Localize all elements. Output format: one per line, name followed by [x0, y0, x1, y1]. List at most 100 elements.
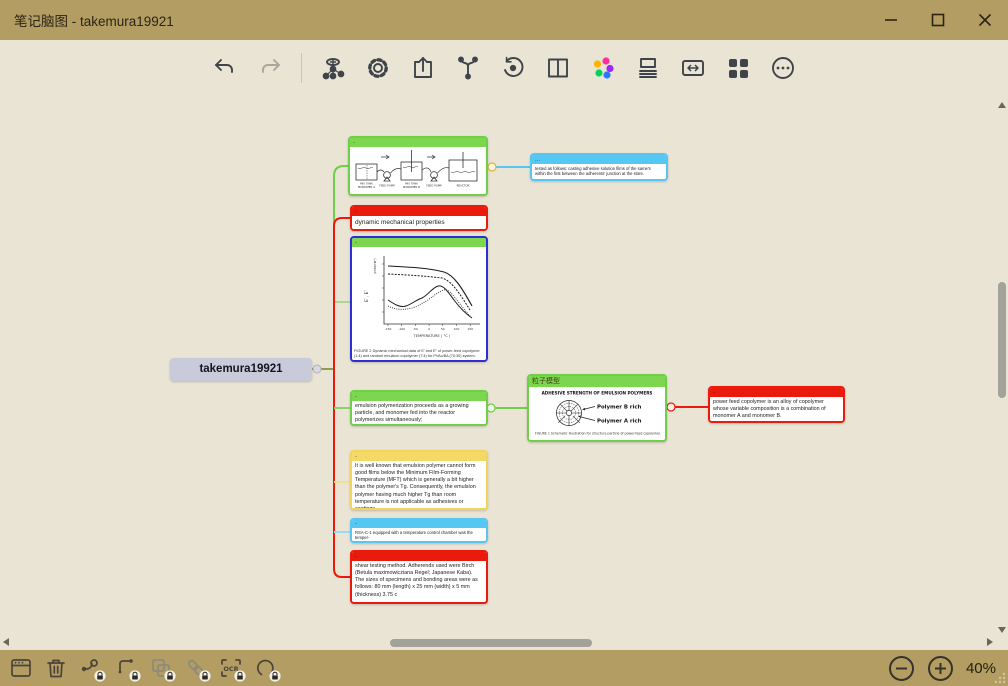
statusbar: OCR: [0, 650, 1008, 686]
close-icon: [977, 12, 993, 28]
mindmap-canvas[interactable]: takemura19921 -: [0, 96, 1008, 650]
note-line: RSA-C-1 equipped with a temperature cont…: [355, 530, 483, 541]
lasso-lock-button[interactable]: [254, 656, 278, 680]
lock-icon: [94, 670, 106, 682]
export-icon: [410, 55, 436, 81]
link-lock-button[interactable]: [184, 656, 208, 680]
copy-lock-button[interactable]: [149, 656, 173, 680]
scroll-right-arrow[interactable]: [987, 638, 993, 646]
split-view-button[interactable]: [544, 54, 572, 82]
zoom-controls: 40%: [888, 655, 996, 682]
node-dynamic-mechanical[interactable]: - dynamic mechanical properties: [350, 205, 488, 231]
color-palette-icon: [590, 55, 616, 81]
svg-text:50: 50: [441, 327, 445, 331]
undo-button[interactable]: [211, 54, 239, 82]
resize-grip[interactable]: [992, 670, 1006, 684]
node-text: shear testing method. Adherends used wer…: [355, 563, 483, 599]
grid-view-button[interactable]: [724, 54, 752, 82]
node-width-button[interactable]: [679, 54, 707, 82]
vertical-scrollbar[interactable]: [997, 96, 1007, 650]
more-button[interactable]: [769, 54, 797, 82]
minimize-icon: [883, 12, 899, 28]
lock-icon: [199, 670, 211, 682]
layout-button[interactable]: [634, 54, 662, 82]
node-mft[interactable]: - It is well known that emulsion polymer…: [350, 450, 488, 510]
svg-text:-50: -50: [413, 327, 418, 331]
node-shear[interactable]: - shear testing method. Adherends used w…: [350, 550, 488, 604]
node-text: power feed copolymer is an alloy of copo…: [713, 399, 840, 420]
note-line: within the first between the adherents' …: [535, 171, 663, 176]
process-flow-image: MIX TANK MONOMER A FEED PUMP MIX TANK MO…: [351, 148, 485, 194]
node-lock-button[interactable]: [79, 656, 103, 680]
settings-button[interactable]: [364, 54, 392, 82]
node-text: emulsion polymerization proceeds as a gr…: [355, 403, 483, 424]
zoom-out-button[interactable]: [888, 655, 915, 682]
particle-structure-image: ADHESIVE STRENGTH OF EMULSION POLYMERS P…: [531, 388, 663, 438]
node-chart[interactable]: - -150 -100 -: [350, 236, 488, 362]
close-button[interactable]: [961, 0, 1008, 40]
node-power-feed[interactable]: - power feed copolymer is an alloy of co…: [708, 386, 845, 423]
history-button[interactable]: [499, 54, 527, 82]
node-header: -: [352, 238, 486, 247]
add-node-button[interactable]: [319, 54, 347, 82]
node-text: dynamic mechanical properties: [355, 218, 483, 227]
svg-text:FEED PUMP: FEED PUMP: [426, 184, 442, 188]
horizontal-scrollbar[interactable]: [0, 637, 996, 650]
maximize-icon: [930, 12, 946, 28]
scroll-left-arrow[interactable]: [3, 638, 9, 646]
scroll-up-arrow[interactable]: [998, 102, 1006, 108]
node-note-top[interactable]: ... tested as follows: casting adhesive …: [530, 153, 668, 181]
node-header: 粒子模型: [529, 376, 665, 387]
ocr-lock-button[interactable]: OCR: [219, 656, 243, 680]
board-icon: [9, 656, 33, 680]
horizontal-scroll-thumb[interactable]: [390, 639, 592, 647]
lock-icon: [129, 670, 141, 682]
redo-icon: [257, 55, 283, 81]
undo-icon: [212, 55, 238, 81]
svg-text:ADHESIVE STRENGTH OF EMULSION: ADHESIVE STRENGTH OF EMULSION POLYMERS: [542, 391, 653, 396]
node-header: -: [352, 552, 486, 561]
node-particle-model[interactable]: 粒子模型 ADHESIVE STRENGTH OF EMULSION POLYM…: [527, 374, 667, 442]
grid-view-icon: [725, 55, 751, 81]
branch-lock-button[interactable]: [114, 656, 138, 680]
figure-caption: FIGURE 2 Dynamic mechanical data of E′ a…: [354, 349, 484, 359]
color-palette-button[interactable]: [589, 54, 617, 82]
merge-button[interactable]: [454, 54, 482, 82]
node-header: -: [710, 388, 843, 397]
node-header: -: [352, 392, 486, 401]
note-line: ature from −150°C to 150°C, and the cros…: [355, 541, 483, 543]
svg-text:MONOMER A: MONOMER A: [358, 185, 375, 189]
node-emulsion[interactable]: - emulsion polymerization proceeds as a …: [350, 390, 488, 426]
node-flow-diagram[interactable]: -: [348, 136, 488, 196]
redo-button[interactable]: [256, 54, 284, 82]
merge-branch-icon: [455, 55, 481, 81]
node-header: -: [352, 452, 486, 461]
board-button[interactable]: [9, 656, 33, 680]
svg-text:REACTOR: REACTOR: [457, 184, 470, 188]
delete-button[interactable]: [44, 656, 68, 680]
svg-text:Polymer A rich: Polymer A rich: [597, 419, 642, 425]
minimize-button[interactable]: [867, 0, 914, 40]
svg-text:Polymer B rich: Polymer B rich: [597, 405, 642, 411]
connector-lines: [0, 96, 1008, 650]
lock-icon: [234, 670, 246, 682]
history-icon: [500, 55, 526, 81]
toolbar-separator: [301, 53, 302, 83]
zoom-in-button[interactable]: [927, 655, 954, 682]
vertical-scroll-thumb[interactable]: [998, 282, 1006, 398]
app-window: 笔记脑图 - takemura19921: [0, 0, 1008, 686]
node-header: -: [352, 520, 486, 528]
node-header: -: [350, 138, 486, 147]
export-button[interactable]: [409, 54, 437, 82]
titlebar: 笔记脑图 - takemura19921: [0, 0, 1008, 40]
svg-text:0: 0: [428, 327, 430, 331]
lock-icon: [269, 670, 281, 682]
root-node[interactable]: takemura19921: [170, 358, 312, 381]
window-title: 笔记脑图 - takemura19921: [14, 10, 174, 30]
svg-text:TEMPERATURE ( °C ): TEMPERATURE ( °C ): [413, 334, 451, 338]
window-controls: [867, 0, 1008, 40]
node-rsa[interactable]: - RSA-C-1 equipped with a temperature co…: [350, 518, 488, 543]
maximize-button[interactable]: [914, 0, 961, 40]
node-header: -: [352, 207, 486, 216]
scroll-down-arrow[interactable]: [998, 627, 1006, 633]
